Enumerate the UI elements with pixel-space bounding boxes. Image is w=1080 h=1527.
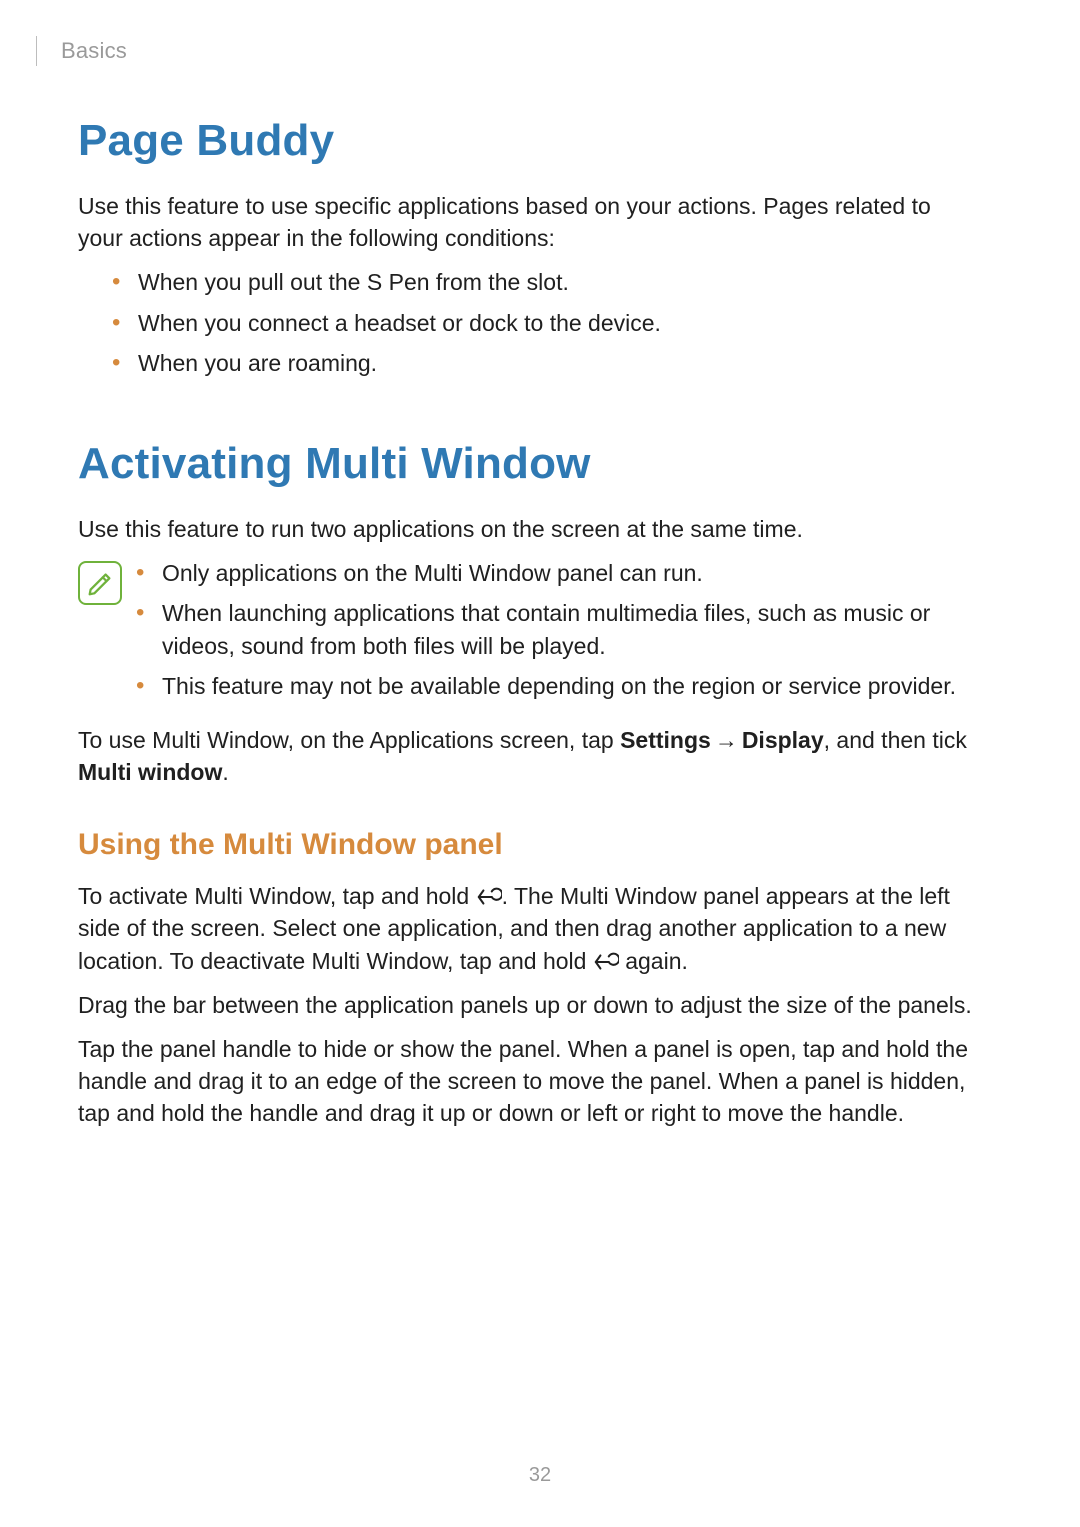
note-block: Only applications on the Multi Window pa…	[78, 557, 972, 710]
note-list: Only applications on the Multi Window pa…	[136, 557, 972, 710]
panel-handle-paragraph: Tap the panel handle to hide or show the…	[78, 1033, 972, 1130]
back-key-icon	[593, 952, 619, 972]
text: To activate Multi Window, tap and hold	[78, 883, 476, 909]
text: again.	[619, 948, 688, 974]
heading-page-buddy: Page Buddy	[78, 116, 972, 166]
page-buddy-conditions: When you pull out the S Pen from the slo…	[78, 266, 972, 379]
list-item: When you connect a headset or dock to th…	[112, 307, 972, 339]
text: , and then tick	[824, 727, 967, 753]
page-header: Basics	[0, 36, 1080, 66]
page-number: 32	[0, 1464, 1080, 1487]
panel-resize-paragraph: Drag the bar between the application pan…	[78, 989, 972, 1021]
text: To use Multi Window, on the Applications…	[78, 727, 620, 753]
list-item: When you pull out the S Pen from the slo…	[112, 266, 972, 298]
arrow-right-icon: →	[711, 727, 742, 753]
list-item: When you are roaming.	[112, 347, 972, 379]
multi-window-enable: To use Multi Window, on the Applications…	[78, 724, 972, 788]
panel-activate-paragraph: To activate Multi Window, tap and hold .…	[78, 880, 972, 977]
multi-window-intro: Use this feature to run two applications…	[78, 513, 972, 545]
back-key-icon	[476, 887, 502, 907]
section-label: Basics	[61, 38, 127, 64]
list-item: Only applications on the Multi Window pa…	[136, 557, 972, 589]
note-icon	[78, 561, 122, 605]
multi-window-label: Multi window	[78, 759, 222, 785]
list-item: This feature may not be available depend…	[136, 670, 972, 702]
page-content: Page Buddy Use this feature to use speci…	[0, 116, 1080, 1130]
settings-label: Settings	[620, 727, 711, 753]
manual-page: Basics Page Buddy Use this feature to us…	[0, 0, 1080, 1527]
text: .	[222, 759, 228, 785]
heading-multi-window: Activating Multi Window	[78, 439, 972, 489]
page-buddy-intro: Use this feature to use specific applica…	[78, 190, 972, 254]
list-item: When launching applications that contain…	[136, 597, 972, 661]
heading-using-panel: Using the Multi Window panel	[78, 828, 972, 862]
display-label: Display	[742, 727, 824, 753]
header-rule	[36, 36, 37, 66]
